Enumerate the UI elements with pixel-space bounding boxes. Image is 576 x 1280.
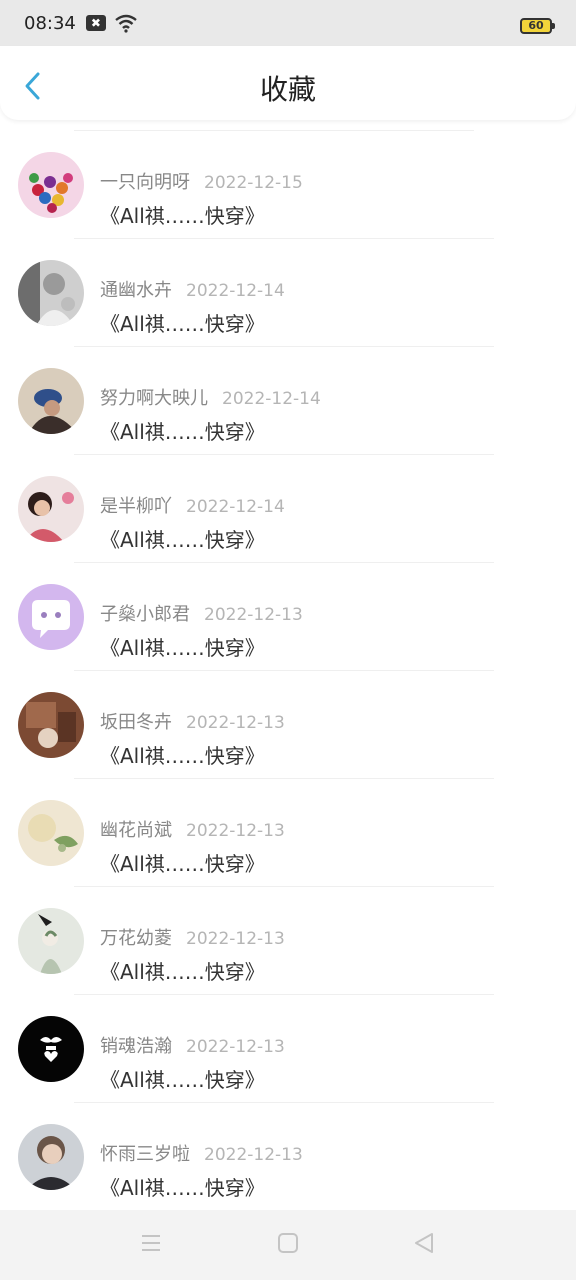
divider [74,454,494,455]
divider [74,562,494,563]
divider [74,238,494,239]
list-item[interactable]: 坂田冬卉 2022-12-13 《All祺……快穿》 [0,670,576,778]
list-item[interactable]: 幽花尚斌 2022-12-13 《All祺……快穿》 [0,778,576,886]
girl-avatar [18,476,84,542]
back-triangle-icon[interactable] [413,1232,435,1254]
book-title: 《All祺……快穿》 [100,960,265,984]
flower-avatar [18,800,84,866]
divider [74,1102,494,1103]
nav-bar: 收藏 [0,46,576,120]
list-item[interactable]: 努力啊大映儿 2022-12-14 《All祺……快穿》 [0,346,576,454]
user-name: 子燊小郎君 [100,604,190,625]
list-item[interactable]: 销魂浩瀚 2022-12-13 《All祺……快穿》 [0,994,576,1102]
book-title: 《All祺……快穿》 [100,1176,265,1200]
bw-portrait-avatar [18,260,84,326]
book-title: 《All祺……快穿》 [100,744,265,768]
list-item[interactable]: 子燊小郎君 2022-12-13 《All祺……快穿》 [0,562,576,670]
user-name: 是半柳吖 [100,496,172,517]
date: 2022-12-15 [204,173,303,193]
divider [74,994,494,995]
date: 2022-12-13 [186,821,285,841]
book-title: 《All祺……快穿》 [100,204,265,228]
user-name: 努力啊大映儿 [100,388,208,409]
page-title: 收藏 [259,73,316,106]
divider [74,886,494,887]
cap-portrait-avatar [18,368,84,434]
candy-avatar [18,152,84,218]
list-item[interactable]: 是半柳吖 2022-12-14 《All祺……快穿》 [0,454,576,562]
list-item[interactable]: 一只向明呀 2022-12-15 《All祺……快穿》 [0,130,576,238]
date: 2022-12-13 [204,605,303,625]
book-title: 《All祺……快穿》 [100,312,265,336]
book-title: 《All祺……快穿》 [100,528,265,552]
boy-portrait-avatar [18,1124,84,1190]
user-name: 一只向明呀 [100,172,190,193]
date: 2022-12-14 [186,497,285,517]
date: 2022-12-13 [186,929,285,949]
date: 2022-12-14 [186,281,285,301]
status-time: 08:34 [24,12,76,34]
user-name: 怀雨三岁啦 [100,1144,190,1165]
home-icon[interactable] [277,1232,299,1254]
user-name: 销魂浩瀚 [100,1036,172,1057]
book-title: 《All祺……快穿》 [100,636,265,660]
chat-bubble-avatar [18,584,84,650]
date: 2022-12-14 [222,389,321,409]
wifi-icon [115,14,137,33]
date: 2022-12-13 [204,1145,303,1165]
list-item[interactable]: 万花幼菱 2022-12-13 《All祺……快穿》 [0,886,576,994]
book-title: 《All祺……快穿》 [100,852,265,876]
battery-icon: 60 [520,18,555,34]
illustration-avatar [18,908,84,974]
user-name: 幽花尚斌 [100,820,172,841]
user-name: 坂田冬卉 [100,712,172,733]
list-item[interactable]: 怀雨三岁啦 2022-12-13 《All祺……快穿》 [0,1102,576,1210]
list-item[interactable]: 通幽水卉 2022-12-14 《All祺……快穿》 [0,238,576,346]
user-name: 通幽水卉 [100,280,172,301]
system-nav-bar [0,1210,576,1280]
divider [74,346,494,347]
brown-photo-avatar [18,692,84,758]
divider [74,670,494,671]
mustache-heart-avatar [18,1016,84,1082]
menu-icon[interactable] [140,1232,162,1254]
book-title: 《All祺……快穿》 [100,420,265,444]
notification-icon: ✖ [85,15,106,31]
date: 2022-12-13 [186,1037,285,1057]
book-title: 《All祺……快穿》 [100,1068,265,1092]
date: 2022-12-13 [186,713,285,733]
divider [74,778,494,779]
status-bar: 08:34 ✖ 60 [0,0,576,46]
user-name: 万花幼菱 [100,928,172,949]
